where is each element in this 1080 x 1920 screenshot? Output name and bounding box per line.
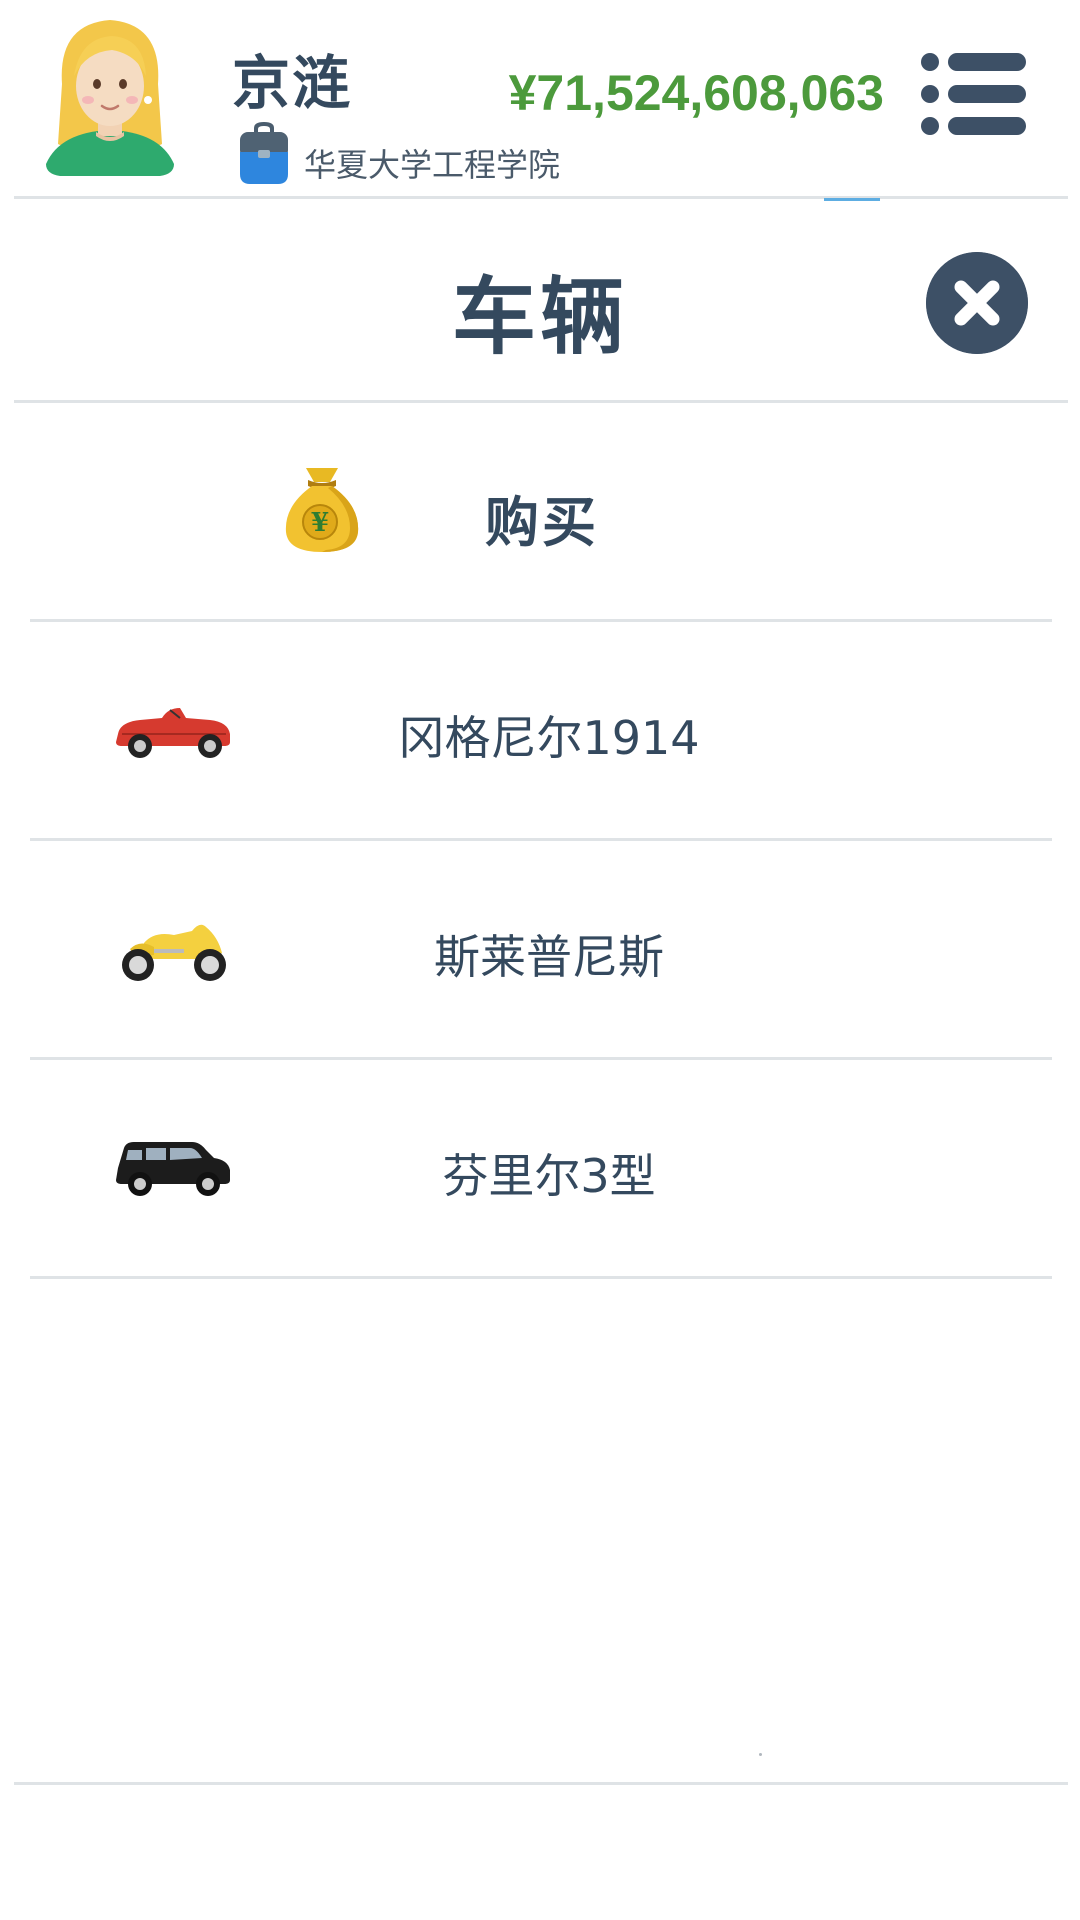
money-display: ¥71,524,608,063: [508, 65, 884, 121]
vehicle-label: 冈格尼尔1914: [398, 711, 700, 765]
player-header: 京涟 华夏大学工程学院 ¥71,524,608,063: [0, 0, 1080, 196]
player-name: 京涟: [232, 49, 353, 117]
buy-label: 购买: [485, 491, 599, 554]
title-divider: [14, 400, 1068, 403]
list-menu-icon[interactable]: [920, 52, 1028, 136]
vehicle-label: 芬里尔3型: [442, 1149, 656, 1203]
stray-dot: [759, 1753, 762, 1756]
list-item-vehicle[interactable]: 冈格尼尔1914: [30, 622, 1052, 841]
close-icon[interactable]: [926, 252, 1028, 354]
header-accent: [824, 198, 880, 201]
list-item-vehicle[interactable]: 芬里尔3型: [30, 1060, 1052, 1279]
money-bag-yuan-icon: ¥: [285, 468, 359, 552]
vehicle-label: 斯莱普尼斯: [434, 930, 664, 984]
vehicles-screen: 京涟 华夏大学工程学院 ¥71,524,608,063 车辆 ¥ 购买 冈格尼尔…: [0, 0, 1080, 1920]
footer-divider: [14, 1782, 1068, 1785]
list-item-vehicle[interactable]: 斯莱普尼斯: [30, 841, 1052, 1060]
vehicle-list: ¥ 购买 冈格尼尔1914 斯莱普尼斯 芬里尔3型: [30, 404, 1052, 1279]
avatar[interactable]: [40, 14, 180, 179]
header-divider: [14, 196, 1068, 199]
page-title: 车辆: [451, 268, 628, 366]
school-bag-icon: [240, 122, 288, 184]
buy-button[interactable]: ¥ 购买: [30, 404, 1052, 622]
svg-text:¥: ¥: [311, 508, 329, 538]
job-label[interactable]: 华夏大学工程学院: [304, 140, 560, 186]
